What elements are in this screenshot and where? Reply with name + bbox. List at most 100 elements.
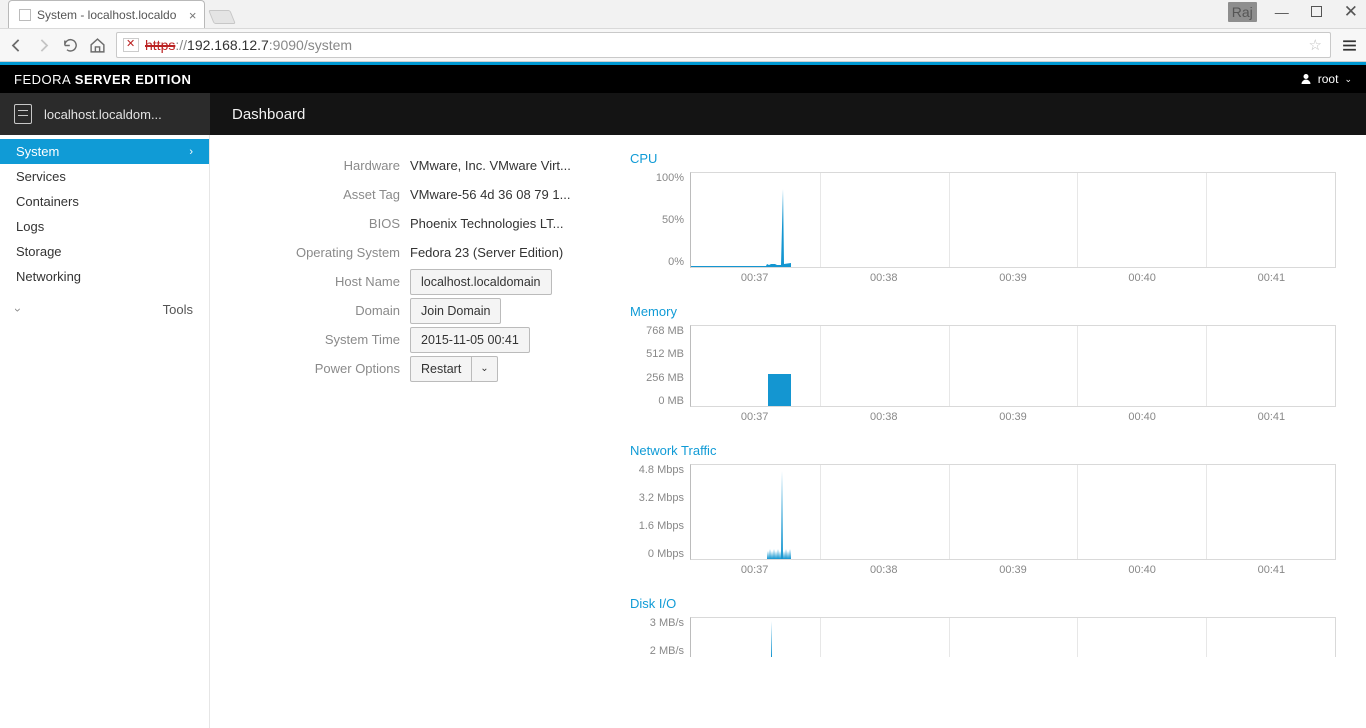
hostname-button[interactable]: localhost.localdomain	[410, 269, 552, 295]
info-label: Power Options	[210, 361, 410, 376]
y-axis: 3 MB/s 2 MB/s	[630, 617, 684, 657]
tab-close-icon[interactable]: ×	[189, 8, 197, 23]
chart-title[interactable]: Network Traffic	[630, 443, 1336, 458]
y-tick: 3.2 Mbps	[630, 492, 684, 504]
plot-area	[690, 172, 1336, 268]
address-bar[interactable]: https :// 192.168.12.7 :9090/system ☆	[116, 32, 1331, 58]
reload-button[interactable]	[62, 37, 79, 54]
sidebar-item-containers[interactable]: Containers	[0, 189, 209, 214]
brand-bar: FEDORA SERVER EDITION root ⌄	[0, 65, 1366, 93]
join-domain-button[interactable]: Join Domain	[410, 298, 501, 324]
main-content: Hardware VMware, Inc. VMware Virt... Ass…	[210, 135, 1366, 728]
chart-cpu: CPU 100% 50% 0% 00:37	[630, 151, 1336, 284]
y-tick: 4.8 Mbps	[630, 464, 684, 476]
y-axis: 768 MB 512 MB 256 MB 0 MB	[630, 325, 684, 407]
info-label: Host Name	[210, 274, 410, 289]
x-tick: 00:40	[1128, 272, 1156, 284]
sidebar-item-services[interactable]: Services	[0, 164, 209, 189]
user-menu[interactable]: root ⌄	[1300, 72, 1352, 86]
info-row-power: Power Options Restart ⌄	[210, 354, 590, 383]
sidebar-item-label: Networking	[16, 269, 81, 284]
x-axis: 00:37 00:38 00:39 00:40 00:41	[690, 564, 1336, 576]
y-tick: 0%	[630, 256, 684, 268]
url-scheme: https	[145, 37, 175, 53]
server-icon	[14, 104, 32, 124]
x-tick: 00:41	[1258, 564, 1286, 576]
info-row-bios: BIOS Phoenix Technologies LT...	[210, 209, 590, 238]
system-time-button[interactable]: 2015-11-05 00:41	[410, 327, 530, 353]
app-body: System › Services Containers Logs Storag…	[0, 135, 1366, 728]
chart-memory: Memory 768 MB 512 MB 256 MB 0 MB	[630, 304, 1336, 423]
info-value: Fedora 23 (Server Edition)	[410, 245, 563, 260]
info-label: System Time	[210, 332, 410, 347]
chart-title[interactable]: CPU	[630, 151, 1336, 166]
chart-network: Network Traffic 4.8 Mbps 3.2 Mbps 1.6 Mb…	[630, 443, 1336, 576]
x-tick: 00:37	[741, 564, 769, 576]
info-row-domain: Domain Join Domain	[210, 296, 590, 325]
sidebar-item-label: Logs	[16, 219, 44, 234]
window-controls: Raj — ✕	[1228, 0, 1362, 24]
info-label: Operating System	[210, 245, 410, 260]
info-row-asset-tag: Asset Tag VMware-56 4d 36 08 79 1...	[210, 180, 590, 209]
info-value: VMware-56 4d 36 08 79 1...	[410, 187, 570, 202]
window-minimize-icon[interactable]: —	[1271, 2, 1293, 22]
browser-tab[interactable]: System - localhost.localdo ×	[8, 0, 205, 28]
x-axis: 00:37 00:38 00:39 00:40 00:41	[690, 411, 1336, 423]
restart-button[interactable]: Restart ⌄	[410, 356, 498, 382]
url-tail: :9090/system	[269, 37, 352, 53]
back-button[interactable]	[8, 37, 25, 54]
x-axis: 00:37 00:38 00:39 00:40 00:41	[690, 272, 1336, 284]
sidebar-item-label: Tools	[163, 302, 193, 317]
sidebar-item-label: Containers	[16, 194, 79, 209]
favicon-icon	[19, 9, 31, 21]
sidebar-item-tools[interactable]: Tools	[0, 297, 209, 322]
sidebar-item-label: Services	[16, 169, 66, 184]
info-row-os: Operating System Fedora 23 (Server Editi…	[210, 238, 590, 267]
y-tick: 100%	[630, 172, 684, 184]
info-value: Phoenix Technologies LT...	[410, 216, 563, 231]
sidebar-item-system[interactable]: System ›	[0, 139, 209, 164]
y-axis: 4.8 Mbps 3.2 Mbps 1.6 Mbps 0 Mbps	[630, 464, 684, 560]
https-warning-icon	[123, 38, 139, 52]
info-value: VMware, Inc. VMware Virt...	[410, 158, 571, 173]
y-tick: 2 MB/s	[630, 645, 684, 657]
new-tab-button[interactable]	[209, 10, 237, 24]
sidebar-item-storage[interactable]: Storage	[0, 239, 209, 264]
info-label: Domain	[210, 303, 410, 318]
window-close-icon[interactable]: ✕	[1340, 0, 1362, 24]
tab-strip: System - localhost.localdo × Raj — ✕	[0, 0, 1366, 28]
plot-area	[690, 464, 1336, 560]
info-row-hardware: Hardware VMware, Inc. VMware Virt...	[210, 151, 590, 180]
host-box[interactable]: localhost.localdom...	[0, 93, 210, 135]
charts-column: CPU 100% 50% 0% 00:37	[630, 151, 1336, 728]
x-tick: 00:38	[870, 411, 898, 423]
x-tick: 00:39	[999, 411, 1027, 423]
x-tick: 00:37	[741, 411, 769, 423]
chevron-down-icon[interactable]: ⌄	[471, 357, 496, 381]
y-tick: 3 MB/s	[630, 617, 684, 629]
forward-button[interactable]	[35, 37, 52, 54]
browser-menu-icon[interactable]	[1341, 37, 1358, 54]
plot-area	[690, 617, 1336, 657]
bookmark-star-icon[interactable]: ☆	[1309, 36, 1322, 54]
info-label: BIOS	[210, 216, 410, 231]
profile-badge[interactable]: Raj	[1228, 2, 1257, 22]
browser-chrome: System - localhost.localdo × Raj — ✕ htt…	[0, 0, 1366, 62]
sidebar: System › Services Containers Logs Storag…	[0, 135, 210, 728]
x-tick: 00:38	[870, 272, 898, 284]
window-maximize-icon[interactable]	[1307, 2, 1326, 22]
sidebar-item-label: System	[16, 144, 59, 159]
info-row-systemtime: System Time 2015-11-05 00:41	[210, 325, 590, 354]
chart-title[interactable]: Disk I/O	[630, 596, 1336, 611]
y-tick: 768 MB	[630, 325, 684, 337]
sidebar-item-networking[interactable]: Networking	[0, 264, 209, 289]
url-sep: ://	[175, 37, 187, 53]
sidebar-item-logs[interactable]: Logs	[0, 214, 209, 239]
home-button[interactable]	[89, 37, 106, 54]
tab-title: System - localhost.localdo	[37, 8, 176, 22]
x-tick: 00:40	[1128, 564, 1156, 576]
browser-toolbar: https :// 192.168.12.7 :9090/system ☆	[0, 28, 1366, 62]
chart-title[interactable]: Memory	[630, 304, 1336, 319]
y-tick: 1.6 Mbps	[630, 520, 684, 532]
url-host: 192.168.12.7	[187, 37, 269, 53]
